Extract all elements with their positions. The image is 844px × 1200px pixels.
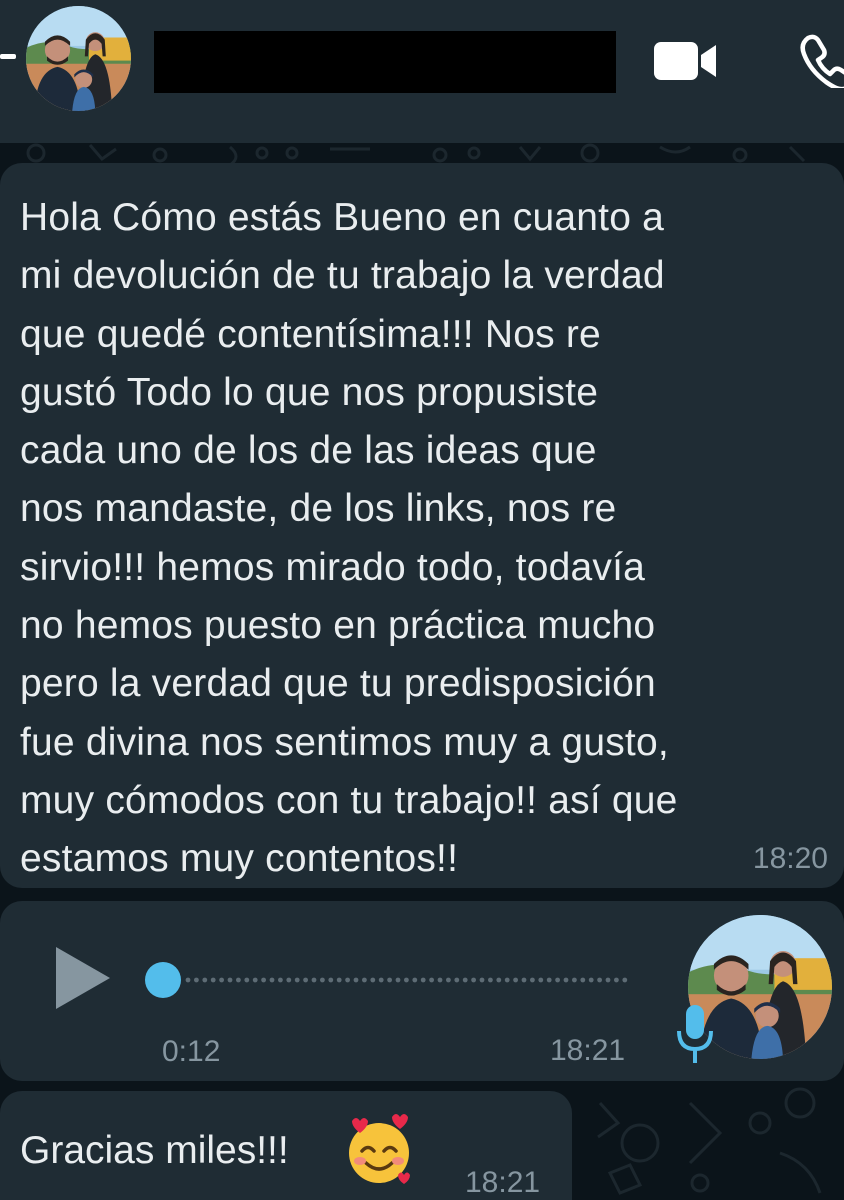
video-camera-icon[interactable] [654,40,718,82]
message-text: Hola Cómo estás Bueno en cuanto a mi dev… [20,196,678,881]
contact-name[interactable] [154,31,616,93]
play-icon[interactable] [50,943,114,1013]
smiling-face-with-hearts-icon [349,1114,410,1184]
voice-progress-track[interactable] [184,975,628,985]
back-arrow-icon[interactable] [0,54,16,59]
thanks-text: Gracias miles!!! [20,1129,289,1172]
voice-duration: 0:12 [162,1035,221,1068]
thanks-time: 18:21 [465,1166,541,1199]
phone-icon[interactable] [800,32,844,88]
message-time: 18:20 [752,842,828,875]
contact-avatar[interactable] [26,6,131,111]
seek-handle[interactable] [145,962,181,998]
microphone-icon [677,1005,713,1063]
voice-time: 18:21 [550,1034,626,1067]
chat-header [0,0,844,143]
